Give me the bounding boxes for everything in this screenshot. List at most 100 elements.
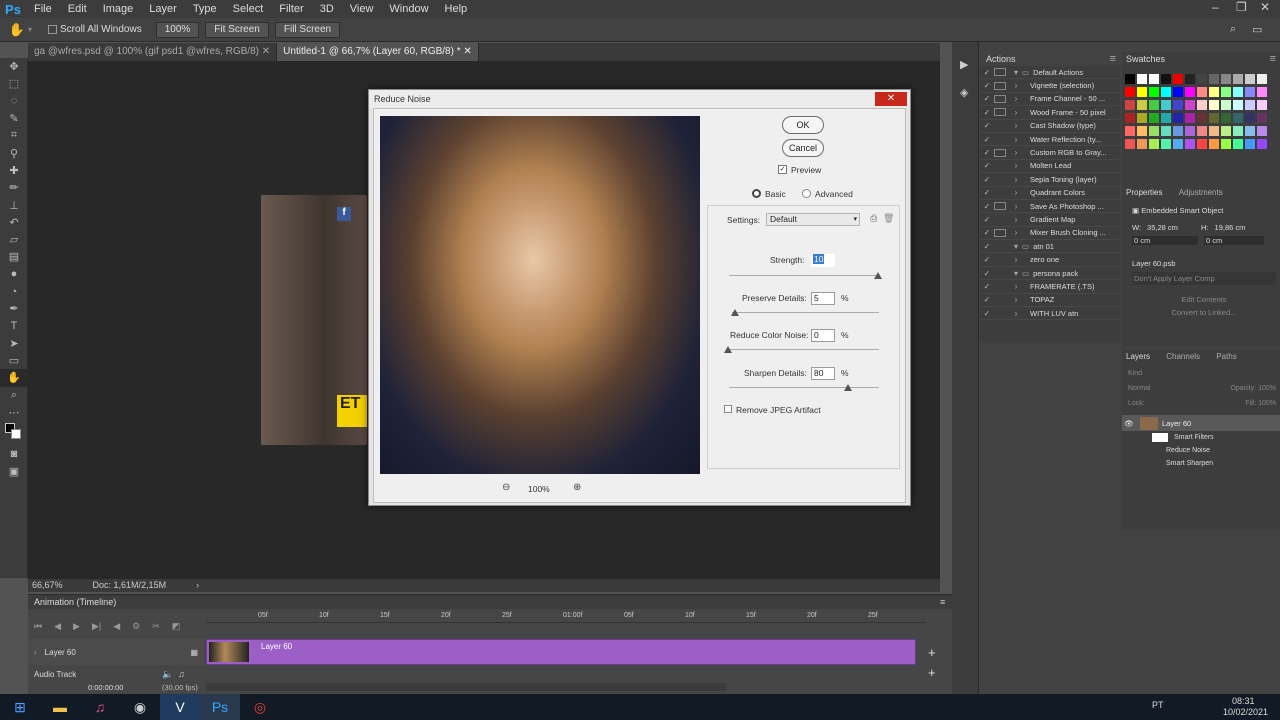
filter-smart-sharpen[interactable]: Smart Sharpen [1166,460,1213,467]
tab-actions[interactable]: Actions ≡ [980,52,1120,66]
layer-name[interactable]: Layer 60 [1162,419,1191,428]
expand-icon[interactable]: › [1010,282,1022,291]
transition-icon[interactable]: ◩ [172,621,181,632]
ok-button[interactable]: OK [782,116,824,134]
timeline-scrollbar[interactable] [206,683,726,691]
menu-filter[interactable]: Filter [271,3,311,15]
dodge-tool-icon[interactable]: ◔ [0,283,28,300]
swatch[interactable] [1161,126,1171,136]
filter-reduce-noise[interactable]: Reduce Noise [1166,447,1210,454]
menu-view[interactable]: View [342,3,382,15]
swatch[interactable] [1149,87,1159,97]
hand-tool-icon[interactable]: ✋ [0,369,28,387]
swatch[interactable] [1245,87,1255,97]
healing-tool-icon[interactable]: ✚ [0,162,28,179]
swatch[interactable] [1221,74,1231,84]
clock-time[interactable]: 08:31 [1232,696,1255,706]
folder-expand-icon[interactable]: ▾ [1010,68,1022,77]
minimize-icon[interactable]: – [1212,0,1219,14]
swatch[interactable] [1173,100,1183,110]
swatch[interactable] [1221,126,1231,136]
swatch[interactable] [1161,87,1171,97]
music-icon[interactable]: ♫ [178,669,185,679]
expand-icon[interactable]: › [34,648,37,657]
swatch[interactable] [1149,139,1159,149]
swatch[interactable] [1161,74,1171,84]
toggle-check-icon[interactable]: ✓ [980,94,994,103]
swatch[interactable] [1257,139,1267,149]
folder-expand-icon[interactable]: ▾ [1010,242,1022,251]
toggle-check-icon[interactable]: ✓ [980,228,994,237]
toggle-check-icon[interactable]: ✓ [980,161,994,170]
expand-icon[interactable]: › [1010,175,1022,184]
eraser-tool-icon[interactable]: ▱ [0,231,28,248]
vegas-icon[interactable]: V [160,694,200,720]
advanced-radio[interactable] [802,189,811,198]
search-icon[interactable]: ⌕ [1230,23,1236,36]
toggle-check-icon[interactable]: ✓ [980,309,994,318]
swatch[interactable] [1209,139,1219,149]
swatch[interactable] [1245,74,1255,84]
expand-icon[interactable]: › [1010,148,1022,157]
swatch[interactable] [1185,87,1195,97]
swatch[interactable] [1257,113,1267,123]
edit-contents-button[interactable]: Edit Contents [1132,295,1276,304]
y-value[interactable]: 0 cm [1204,236,1264,245]
filter-row-smart-sharpen[interactable]: Smart Sharpen [1122,457,1280,470]
toggle-check-icon[interactable]: ✓ [980,68,994,77]
expand-icon[interactable]: › [1010,228,1022,237]
swatch[interactable] [1149,100,1159,110]
fit-screen-button[interactable]: Fit Screen [205,21,269,38]
swatch[interactable] [1257,74,1267,84]
swatch[interactable] [1209,100,1219,110]
toggle-check-icon[interactable]: ✓ [980,295,994,304]
x-value[interactable]: 0 cm [1132,236,1198,245]
preserve-details-thumb[interactable] [731,309,739,316]
blend-mode[interactable]: Normal [1128,385,1151,392]
close-tab-icon[interactable]: ✕ [262,46,270,57]
swatch[interactable] [1185,139,1195,149]
swatch[interactable] [1233,126,1243,136]
strength-slider[interactable] [729,275,879,276]
swatch[interactable] [1257,100,1267,110]
workspace-icon[interactable]: ▭ [1252,23,1262,36]
menu-layer[interactable]: Layer [141,3,185,15]
swatch[interactable] [1233,113,1243,123]
action-item[interactable]: ✓ ▾ ▭ atn 01 [980,240,1120,254]
eyedropper-tool-icon[interactable]: ⚲ [0,144,28,161]
toggle-check-icon[interactable]: ✓ [980,148,994,157]
swatch[interactable] [1233,100,1243,110]
swatch[interactable] [1209,126,1219,136]
swatch[interactable] [1209,87,1219,97]
dialog-toggle-icon[interactable] [994,148,1006,157]
action-item[interactable]: ✓ ▾ ▭ persona pack [980,267,1120,281]
toggle-check-icon[interactable]: ✓ [980,81,994,90]
crop-tool-icon[interactable]: ⌗ [0,127,28,144]
swatch[interactable] [1209,74,1219,84]
add-audio-icon[interactable]: + [928,665,936,680]
swatch[interactable] [1185,113,1195,123]
language-indicator[interactable]: PT [1152,700,1164,710]
menu-type[interactable]: Type [185,3,225,15]
swatch[interactable] [1137,139,1147,149]
strength-thumb[interactable] [874,272,882,279]
itunes-icon[interactable]: ♫ [80,694,120,720]
swatch[interactable] [1137,74,1147,84]
chevron-down-icon[interactable]: ▾ [28,25,32,34]
preserve-details-slider[interactable] [732,312,879,313]
swatch[interactable] [1137,126,1147,136]
menu-file[interactable]: File [26,3,60,15]
toggle-check-icon[interactable]: ✓ [980,202,994,211]
smart-filters-row[interactable]: Smart Filters [1122,431,1280,444]
sharpen-details-thumb[interactable] [844,384,852,391]
toggle-check-icon[interactable]: ✓ [980,242,994,251]
tab-doc-2[interactable]: Untitled-1 @ 66,7% (Layer 60, RGB/8) * ✕ [277,43,479,61]
save-settings-icon[interactable]: ⎙ [870,213,877,224]
actions-panel-icon[interactable]: ▶ [960,58,968,71]
swatch[interactable] [1173,113,1183,123]
chevron-right-icon[interactable]: › [196,579,199,592]
dialog-toggle-icon[interactable] [994,68,1006,77]
quick-mask-icon[interactable]: ◙ [0,445,28,462]
dialog-close-button[interactable]: ✕ [875,92,907,106]
dialog-titlebar[interactable]: Reduce Noise ✕ [369,90,910,108]
